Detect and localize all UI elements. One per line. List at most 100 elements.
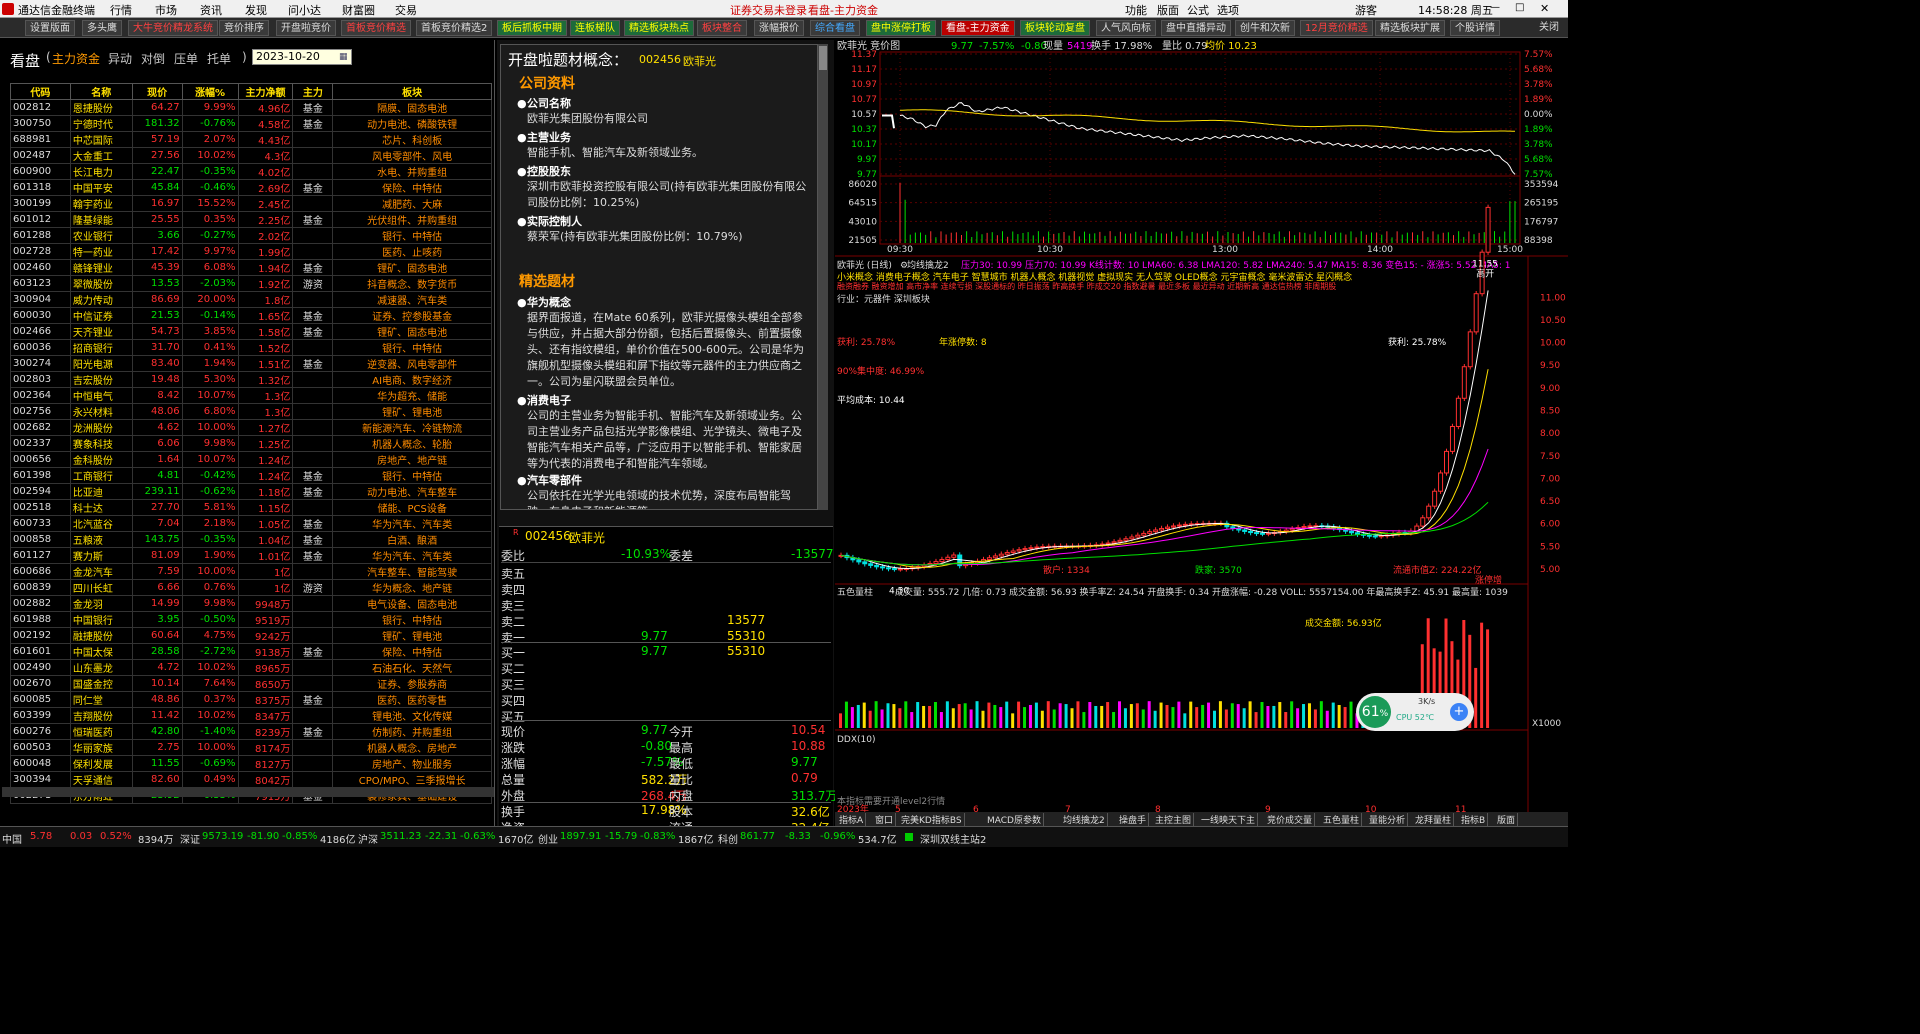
maximize-icon[interactable]: □ [1515,2,1524,13]
tab[interactable]: 设置版面 [25,20,75,36]
order-book-row[interactable]: 买三 [501,676,831,692]
menu-item[interactable]: 市场 [155,2,177,18]
menu-item[interactable]: 功能 [1125,2,1147,18]
table-row[interactable]: 002490 山东墨龙 4.72 10.02% 8965万 石油石化、天然气 [10,659,492,676]
table-row[interactable]: 601012 隆基绿能 25.55 0.35% 2.25亿 基金 光伏组件、并购重组 [10,211,492,228]
table-row[interactable]: 002192 融捷股份 60.64 4.75% 9242万 锂矿、锂电池 [10,627,492,644]
tab-active[interactable]: 看盘-主力资金 [941,20,1015,36]
table-row[interactable]: 002364 中恒电气 8.42 10.07% 1.3亿 华为超充、储能 [10,387,492,404]
table-row[interactable]: 600048 保利发展 11.55 -0.69% 8127万 房地产、物业服务 [10,755,492,772]
menu-item[interactable]: 行情 [110,2,132,18]
cpu-widget[interactable]: 61% 3K/s CPU 52℃ + [1356,693,1474,731]
plus-icon[interactable]: + [1450,703,1468,721]
table-row[interactable]: 300199 翰宇药业 16.97 15.52% 2.45亿 减肥药、大麻 [10,195,492,212]
tab[interactable]: 多头鹰 [82,20,122,36]
mode-button[interactable]: 压单 [174,50,198,67]
table-row[interactable]: 002460 赣锋锂业 45.39 6.08% 1.94亿 基金 锂矿、固态电池 [10,259,492,276]
indicator-tab[interactable]: 指标A [837,813,867,826]
table-row[interactable]: 002518 科士达 27.70 5.81% 1.15亿 储能、PCS设备 [10,499,492,516]
indicator-tab[interactable]: 均线擒龙2 [1061,813,1108,826]
tab[interactable]: 盘中直播异动 [1161,20,1231,36]
tab[interactable]: 精选板块热点 [624,20,694,36]
table-row[interactable]: 600503 华丽家族 2.75 10.00% 8174万 机器人概念、房地产 [10,739,492,756]
table-row[interactable]: 000656 金科股份 1.64 10.07% 1.24亿 房地产、地产链 [10,451,492,468]
indicator-tab[interactable]: MACD原参数 [985,813,1044,826]
table-row[interactable]: 002882 金龙羽 14.99 9.98% 9948万 电气设备、固态电池 [10,595,492,612]
info-scrollbar[interactable] [818,44,828,510]
indicator-tab[interactable]: 版面 [1495,813,1519,826]
menu-item[interactable]: 问小达 [288,2,321,18]
table-row[interactable]: 002337 赛象科技 6.06 9.98% 1.25亿 机器人概念、轮胎 [10,435,492,452]
table-row[interactable]: 600036 招商银行 31.70 0.41% 1.52亿 银行、中特估 [10,339,492,356]
tab[interactable]: 个股详情 [1450,20,1500,36]
table-row[interactable]: 000858 五粮液 143.75 -0.35% 1.04亿 基金 白酒、酿酒 [10,531,492,548]
menu-item[interactable]: 选项 [1217,2,1239,18]
tab[interactable]: 创牛和次新 [1235,20,1295,36]
close-layout-button[interactable]: 关闭 [1535,20,1563,36]
indicator-tab[interactable]: 窗口 [873,813,897,826]
tab[interactable]: 首板竞价精选2 [416,20,493,36]
indicator-tab[interactable]: 五色量柱 [1321,813,1363,826]
table-row[interactable]: 002682 龙洲股份 4.62 10.00% 1.27亿 新能源汽车、冷链物流 [10,419,492,436]
login-notice[interactable]: 证券交易未登录 [730,2,807,18]
user-label[interactable]: 游客 [1355,2,1377,18]
tab[interactable]: 大牛竞价精龙系统 [128,20,218,36]
table-row[interactable]: 600276 恒瑞医药 42.80 -1.40% 8239万 基金 仿制药、并购重组 [10,723,492,740]
indicator-tab[interactable]: 操盘手 [1117,813,1150,826]
menu-item[interactable]: 版面 [1157,2,1179,18]
table-row[interactable]: 600733 北汽蓝谷 7.04 2.18% 1.05亿 基金 华为汽车、汽车类 [10,515,492,532]
table-row[interactable]: 002812 恩捷股份 64.27 9.99% 4.96亿 基金 隔膜、固态电池 [10,99,492,116]
indicator-tab[interactable]: 主控主图 [1153,813,1195,826]
indicator-tab[interactable]: 指标B [1459,813,1489,826]
tab[interactable]: 开盘啦竞价 [276,20,336,36]
table-row[interactable]: 601988 中国银行 3.95 -0.50% 9519万 银行、中特估 [10,611,492,628]
menu-item[interactable]: 资讯 [200,2,222,18]
table-row[interactable]: 002803 吉宏股份 19.48 5.30% 1.32亿 AI电商、数字经济 [10,371,492,388]
table-row[interactable]: 300274 阳光电源 83.40 1.94% 1.51亿 基金 逆变器、风电零部件 [10,355,492,372]
tab[interactable]: 板块轮动复盘 [1020,20,1090,36]
tab[interactable]: 精选板块扩展 [1375,20,1445,36]
tab[interactable]: 板后抓板中期 [497,20,567,36]
tab[interactable]: 板块整合 [697,20,747,36]
tab[interactable]: 首板竞价精选 [341,20,411,36]
table-row[interactable]: 600686 金龙汽车 7.59 10.00% 1亿 汽车整车、智能驾驶 [10,563,492,580]
table-row[interactable]: 601127 赛力斯 81.09 1.90% 1.01亿 基金 华为汽车、汽车类 [10,547,492,564]
table-row[interactable]: 688981 中芯国际 57.19 2.07% 4.43亿 芯片、科创板 [10,131,492,148]
mode-button[interactable]: 异动 [108,50,132,67]
mode-button[interactable]: 托单 [207,50,231,67]
table-row[interactable]: 002487 大金重工 27.56 10.02% 4.3亿 风电零部件、风电 [10,147,492,164]
indicator-tab[interactable]: 龙拜量柱 [1413,813,1455,826]
order-book-row[interactable]: 买四 [501,692,831,708]
table-row[interactable]: 603123 翠微股份 13.53 -2.03% 1.92亿 游资 抖音概念、数字货币 [10,275,492,292]
table-row[interactable]: 300394 天孚通信 82.60 0.49% 8042万 CPO/MPO、三季报增长 [10,771,492,788]
tab[interactable]: 人气风向标 [1096,20,1156,36]
server-name[interactable]: 深圳双线主站2 [920,831,986,846]
calendar-icon[interactable]: ▦ [339,52,348,62]
table-row[interactable]: 600085 同仁堂 48.86 0.37% 8375万 基金 医药、医药零售 [10,691,492,708]
horizontal-scrollbar[interactable] [2,787,494,797]
table-row[interactable]: 601318 中国平安 45.84 -0.46% 2.69亿 基金 保险、中特估 [10,179,492,196]
tab[interactable]: 连板梯队 [570,20,620,36]
menu-item[interactable]: 发现 [245,2,267,18]
table-row[interactable]: 002670 国盛金控 10.14 7.64% 8650万 证券、参股券商 [10,675,492,692]
tab[interactable]: 12月竞价精选 [1300,20,1373,36]
mode-main-fund[interactable]: 主力资金 [52,50,100,67]
table-row[interactable]: 601288 农业银行 3.66 -0.27% 2.02亿 银行、中特估 [10,227,492,244]
table-row[interactable]: 002756 永兴材料 48.06 6.80% 1.3亿 锂矿、锂电池 [10,403,492,420]
table-row[interactable]: 002728 特一药业 17.42 9.97% 1.99亿 医药、止咳药 [10,243,492,260]
menu-item[interactable]: 交易 [395,2,417,18]
tab[interactable]: 综合看盘 [810,20,860,36]
table-row[interactable]: 600900 长江电力 22.47 -0.35% 4.02亿 水电、并购重组 [10,163,492,180]
order-book-row[interactable]: 买二 [501,660,831,676]
table-row[interactable]: 002594 比亚迪 239.11 -0.62% 1.18亿 基金 动力电池、汽车整车 [10,483,492,500]
order-book-row[interactable]: 卖三 [501,597,831,613]
table-row[interactable]: 300750 宁德时代 181.32 -0.76% 4.58亿 基金 动力电池、磷酸铁锂 [10,115,492,132]
table-row[interactable]: 600839 四川长虹 6.66 0.76% 1亿 游资 华为概念、地产链 [10,579,492,596]
indicator-tab[interactable]: 量能分析 [1367,813,1409,826]
indicator-tab[interactable]: 完美KD指标BS [899,813,965,826]
minimize-icon[interactable]: — [1490,2,1500,13]
table-row[interactable]: 002466 天齐锂业 54.73 3.85% 1.58亿 基金 锂矿、固态电池 [10,323,492,340]
menu-item[interactable]: 财富圈 [342,2,375,18]
indicator-tab[interactable]: 一线映天下主 [1199,813,1259,826]
close-icon[interactable]: ✕ [1540,2,1549,15]
